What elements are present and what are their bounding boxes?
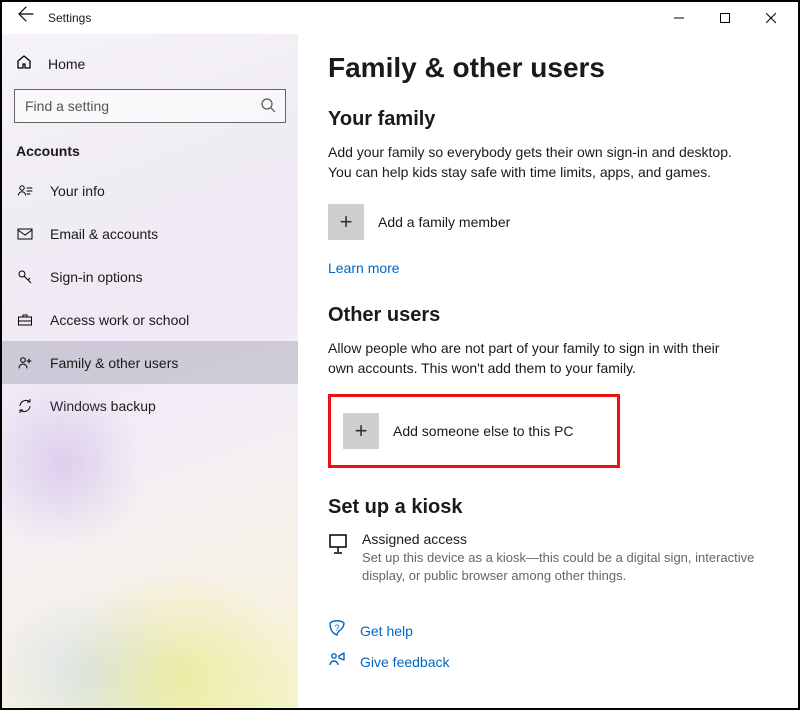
sidebar-item-your-info[interactable]: Your info <box>2 169 298 212</box>
home-icon <box>16 54 32 73</box>
give-feedback-link[interactable]: Give feedback <box>360 654 450 670</box>
sidebar-category: Accounts <box>2 137 298 169</box>
titlebar: Settings <box>2 2 798 34</box>
sidebar-item-access-work-school[interactable]: Access work or school <box>2 298 298 341</box>
section-description: Add your family so everybody gets their … <box>328 143 748 182</box>
section-title: Your family <box>328 108 768 131</box>
plus-icon: + <box>328 204 364 240</box>
sidebar-item-label: Access work or school <box>50 312 189 328</box>
home-label: Home <box>48 56 85 72</box>
maximize-icon <box>720 13 730 23</box>
search-icon <box>260 97 276 116</box>
kiosk-item-title: Assigned access <box>362 531 768 547</box>
other-users-section: Other users Allow people who are not par… <box>328 304 768 468</box>
search-input[interactable] <box>14 89 286 123</box>
kiosk-item-description: Set up this device as a kiosk—this could… <box>362 549 768 584</box>
get-help-link[interactable]: Get help <box>360 623 413 639</box>
person-card-icon <box>16 183 34 199</box>
main-content: Family & other users Your family Add you… <box>298 34 798 708</box>
kiosk-monitor-icon <box>328 533 348 558</box>
tile-label: Add a family member <box>378 214 510 230</box>
people-add-icon <box>16 355 34 371</box>
tile-label: Add someone else to this PC <box>393 423 574 439</box>
arrow-left-icon <box>18 6 34 22</box>
mail-icon <box>16 226 34 242</box>
add-family-member-button[interactable]: + Add a family member <box>328 198 768 246</box>
kiosk-section: Set up a kiosk Assigned access Set up th… <box>328 496 768 584</box>
learn-more-link[interactable]: Learn more <box>328 260 400 276</box>
highlight-annotation: + Add someone else to this PC <box>328 394 620 468</box>
window-title: Settings <box>48 11 91 25</box>
section-title: Set up a kiosk <box>328 496 768 519</box>
sidebar-item-email-accounts[interactable]: Email & accounts <box>2 212 298 255</box>
key-icon <box>16 269 34 285</box>
footer-links: ? Get help Give feedback <box>328 620 768 672</box>
briefcase-icon <box>16 312 34 328</box>
feedback-icon <box>328 651 346 672</box>
assigned-access-button[interactable]: Assigned access Set up this device as a … <box>328 531 768 584</box>
close-button[interactable] <box>748 2 794 34</box>
sidebar-item-label: Email & accounts <box>50 226 158 242</box>
back-button[interactable] <box>6 2 46 34</box>
sidebar-item-label: Windows backup <box>50 398 156 414</box>
page-title: Family & other users <box>328 52 768 84</box>
plus-icon: + <box>343 413 379 449</box>
your-family-section: Your family Add your family so everybody… <box>328 108 768 276</box>
sidebar-item-label: Sign-in options <box>50 269 143 285</box>
home-nav[interactable]: Home <box>2 34 298 89</box>
sidebar-item-family-other-users[interactable]: Family & other users <box>2 341 298 384</box>
close-icon <box>766 13 776 23</box>
minimize-button[interactable] <box>656 2 702 34</box>
sidebar: Home Accounts Your info Email & accounts <box>2 34 298 708</box>
sync-icon <box>16 398 34 414</box>
sidebar-item-label: Your info <box>50 183 105 199</box>
add-someone-else-button[interactable]: + Add someone else to this PC <box>343 407 605 455</box>
help-icon: ? <box>328 620 346 641</box>
svg-text:?: ? <box>334 623 339 633</box>
sidebar-nav: Your info Email & accounts Sign-in optio… <box>2 169 298 427</box>
sidebar-item-label: Family & other users <box>50 355 178 371</box>
minimize-icon <box>674 13 684 23</box>
maximize-button[interactable] <box>702 2 748 34</box>
sidebar-item-windows-backup[interactable]: Windows backup <box>2 384 298 427</box>
section-description: Allow people who are not part of your fa… <box>328 339 748 378</box>
sidebar-item-signin-options[interactable]: Sign-in options <box>2 255 298 298</box>
section-title: Other users <box>328 304 768 327</box>
